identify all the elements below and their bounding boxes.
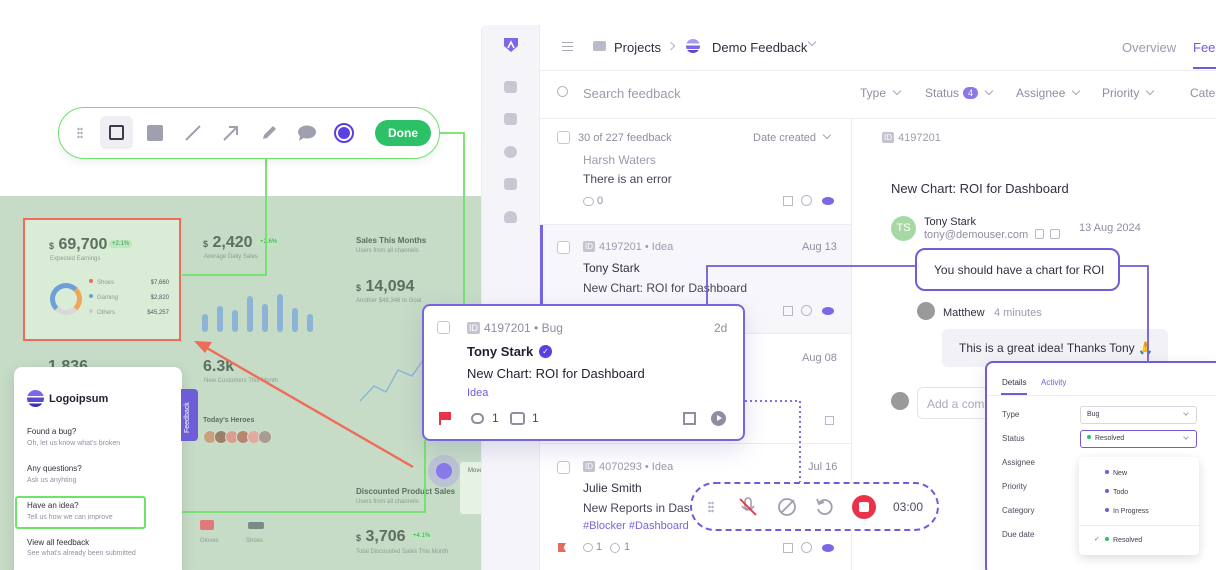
- color-picker-button[interactable]: [327, 116, 360, 149]
- verified-badge-icon: ✓: [539, 345, 552, 358]
- drag-handle-icon[interactable]: [708, 501, 714, 513]
- type-value: Bug: [1087, 411, 1100, 418]
- card-votes: 1: [532, 411, 539, 425]
- square-filled-icon: [146, 124, 163, 141]
- status-dropdown-menu: New Todo In Progress ✓ Resolved: [1079, 457, 1199, 555]
- rectangle-tool-button[interactable]: [100, 116, 133, 149]
- details-panel: Details Activity Type Bug Status Resolve…: [985, 361, 1216, 570]
- field-label: Priority: [1002, 482, 1027, 491]
- connector-line: [182, 158, 267, 276]
- logoipsum-logo-icon: [27, 390, 44, 407]
- widget-item-title[interactable]: Have an idea?: [27, 501, 79, 510]
- card-id: ID 4197201 • Bug: [467, 321, 563, 335]
- feedback-card-popout[interactable]: ID 4197201 • Bug 2d Tony Stark ✓ New Char…: [422, 304, 745, 441]
- status-option[interactable]: In Progress: [1105, 508, 1149, 515]
- widget-brand: Logoipsum: [49, 393, 109, 405]
- card-type: Bug: [541, 321, 563, 335]
- flag-icon[interactable]: [439, 412, 451, 425]
- option-label: In Progress: [1113, 508, 1149, 515]
- arrow-head-icon: [194, 341, 212, 353]
- connector-line: [745, 400, 801, 482]
- option-label: New: [1113, 470, 1128, 477]
- color-swatch-icon: [333, 122, 354, 143]
- status-dot-icon: [1105, 489, 1109, 493]
- widget-item-sub: See what's already been submitted: [27, 550, 136, 557]
- card-id-value: 4197201: [484, 321, 531, 335]
- chevron-down-icon: [1183, 434, 1189, 440]
- frame-icon[interactable]: [683, 412, 696, 425]
- arrow-tool-button[interactable]: [214, 116, 247, 149]
- card-title: New Chart: ROI for Dashboard: [467, 366, 645, 381]
- status-dot-icon: [1105, 537, 1109, 541]
- comment-bubble: You should have a chart for ROI: [915, 248, 1120, 291]
- status-dot-icon: [1105, 470, 1109, 474]
- annotation-toolbar: Done: [58, 107, 440, 159]
- card-comments: 1: [492, 411, 499, 425]
- field-label: Due date: [1002, 530, 1035, 539]
- status-option[interactable]: New: [1105, 470, 1127, 477]
- card-author: Tony Stark: [467, 344, 534, 359]
- widget-item-title[interactable]: View all feedback: [27, 538, 89, 547]
- stop-record-button[interactable]: [852, 495, 876, 519]
- tab-details[interactable]: Details: [1002, 378, 1026, 387]
- restart-icon[interactable]: [814, 497, 834, 517]
- cursor-dot-icon[interactable]: [436, 463, 452, 479]
- square-outline-icon: [109, 125, 124, 140]
- field-label: Status: [1002, 434, 1025, 443]
- check-icon: ✓: [1094, 536, 1100, 543]
- option-label: Resolved: [1113, 537, 1143, 544]
- speech-bubble-icon: [297, 125, 316, 141]
- line-tool-button[interactable]: [176, 116, 209, 149]
- feedback-widget: Logoipsum Found a bug? Oh, let us know w…: [14, 367, 182, 570]
- filled-rectangle-tool-button[interactable]: [138, 116, 171, 149]
- play-icon[interactable]: [711, 411, 726, 426]
- canvas: $ 69,700 +2.1% Expected Earnings Shoes $7…: [0, 0, 1216, 570]
- recording-timer: 03:00: [893, 500, 924, 514]
- vote-box-icon: [510, 412, 525, 425]
- widget-item-sub: Tell us how we can improve: [27, 514, 113, 521]
- tab-activity[interactable]: Activity: [1041, 378, 1066, 387]
- status-dot-icon: [1105, 508, 1109, 512]
- card-age: 2d: [714, 321, 728, 335]
- field-label: Assignee: [1002, 458, 1035, 467]
- card-checkbox[interactable]: [437, 321, 450, 334]
- line-icon: [184, 124, 201, 141]
- done-button[interactable]: Done: [375, 120, 431, 146]
- arrow-line: [204, 345, 414, 469]
- chevron-down-icon: [1183, 410, 1189, 416]
- widget-item-sub: Ask us anyhting: [27, 477, 77, 484]
- comment-tool-button[interactable]: [290, 116, 323, 149]
- id-icon: ID: [467, 322, 480, 334]
- field-label: Type: [1002, 410, 1020, 419]
- screen-recorder-bar: 03:00: [690, 482, 939, 531]
- connector-line: [1120, 265, 1149, 366]
- comment-icon: [471, 413, 484, 424]
- status-option-selected[interactable]: Resolved: [1105, 537, 1142, 544]
- connector-line: [440, 132, 465, 305]
- card-tag[interactable]: Idea: [467, 387, 488, 399]
- mic-off-icon[interactable]: [739, 497, 757, 517]
- widget-item-title[interactable]: Found a bug?: [27, 427, 76, 436]
- stop-icon: [859, 502, 869, 512]
- widget-item-title[interactable]: Any questions?: [27, 464, 82, 473]
- arrow-icon: [222, 125, 238, 141]
- feedback-tab-label: Feedback: [184, 402, 191, 433]
- status-value: Resolved: [1095, 435, 1125, 442]
- drag-handle-icon[interactable]: [77, 127, 83, 139]
- divider: [1079, 525, 1199, 526]
- field-label: Category: [1002, 506, 1035, 515]
- pen-tool-button[interactable]: [252, 116, 285, 149]
- status-dot-icon: [1087, 435, 1091, 439]
- feedback-side-tab[interactable]: Feedback: [181, 389, 198, 441]
- type-select[interactable]: Bug: [1080, 406, 1197, 424]
- camera-off-icon[interactable]: [777, 497, 797, 517]
- divider: [987, 395, 1216, 396]
- status-select[interactable]: Resolved: [1080, 430, 1197, 448]
- widget-item-sub: Oh, let us know what's broken: [27, 440, 121, 447]
- status-option[interactable]: Todo: [1105, 489, 1128, 496]
- connector-line: [706, 265, 916, 308]
- pen-icon: [262, 125, 276, 139]
- option-label: Todo: [1113, 489, 1129, 496]
